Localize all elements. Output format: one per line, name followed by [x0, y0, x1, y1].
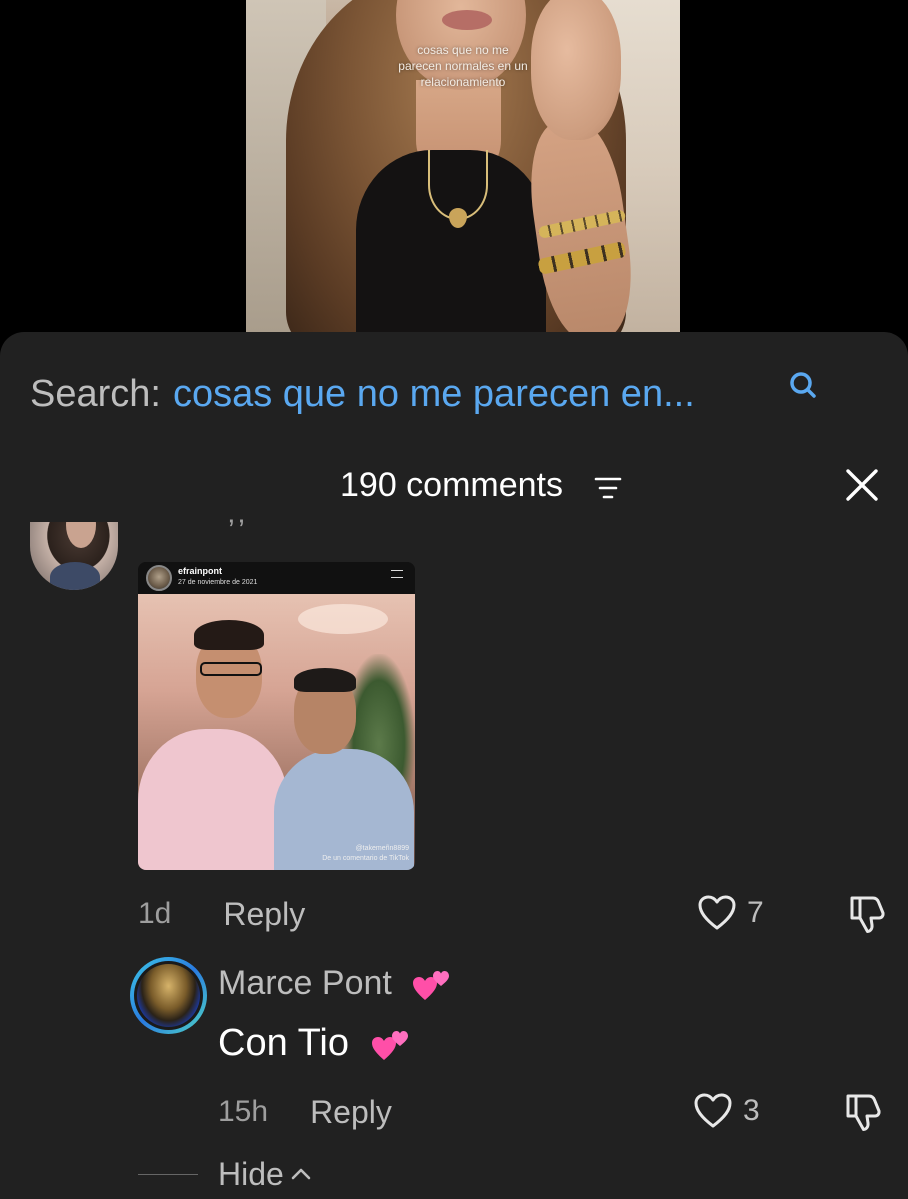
menu-icon — [391, 570, 403, 578]
close-icon[interactable] — [845, 468, 879, 502]
photo-person-left-hair — [194, 620, 264, 650]
dislike-icon[interactable] — [842, 1092, 882, 1132]
embedded-post-photo — [138, 594, 415, 870]
avatar-shirt — [50, 562, 100, 590]
embedded-post-header: efrainpont 27 de noviembre de 2021 — [138, 562, 415, 594]
video-area[interactable]: cosas que no me parecen normales en un r… — [0, 0, 908, 345]
embedded-post-date: 27 de noviembre de 2021 — [178, 579, 258, 586]
sort-icon[interactable] — [594, 476, 622, 500]
reply-comment-text-body: Con Tio — [218, 1022, 349, 1064]
reply-button[interactable]: Reply — [310, 1094, 392, 1131]
comments-sheet: Search: cosas que no me parecen en... 19… — [0, 332, 908, 1199]
two-hearts-icon — [371, 1030, 408, 1060]
avatar-image — [137, 964, 200, 1027]
comment-time: 1d — [138, 897, 172, 930]
like-button[interactable]: 3 — [693, 1092, 760, 1130]
embedded-post-avatar — [146, 565, 172, 591]
embedded-post-watermark: @takemeñn8899 De un comentario de TikTok — [322, 844, 409, 864]
comments-count: 190 comments — [340, 466, 563, 504]
avatar-face — [66, 522, 96, 548]
photo-person-left-body — [138, 729, 288, 870]
reply-username[interactable]: Marce Pont — [218, 964, 453, 1004]
search-query-link[interactable]: cosas que no me parecen en... — [173, 373, 695, 416]
comment-image-attachment[interactable]: efrainpont 27 de noviembre de 2021 @take… — [138, 562, 415, 870]
photo-lamp — [298, 604, 388, 634]
watermark-handle: @takemeñn8899 — [355, 845, 409, 852]
comment-text-fragment: ’’ — [228, 514, 249, 547]
search-suggestion[interactable]: Search: cosas que no me parecen en... — [30, 372, 848, 416]
video-caption: cosas que no me parecen normales en un r… — [398, 43, 528, 89]
reply-button[interactable]: Reply — [223, 896, 305, 933]
heart-icon — [698, 895, 736, 930]
chevron-up-icon — [291, 1168, 311, 1180]
like-button[interactable]: 7 — [697, 894, 764, 932]
reply-username-text: Marce Pont — [218, 964, 392, 1002]
hide-label: Hide — [218, 1155, 284, 1192]
hide-replies-button[interactable]: Hide — [138, 1152, 312, 1196]
embedded-post-username: efrainpont — [178, 566, 222, 576]
reply-comment-text: Con Tio — [218, 1022, 412, 1065]
comment-actions: 1d Reply — [138, 894, 305, 934]
reply-comment-actions: 15h Reply — [218, 1092, 392, 1132]
photo-person-right-hair — [294, 668, 356, 692]
search-label: Search: — [30, 372, 161, 415]
commenter-avatar[interactable] — [30, 522, 118, 590]
hide-divider — [138, 1173, 198, 1175]
avatar-ring-inner — [134, 961, 203, 1030]
heart-icon — [694, 1093, 732, 1128]
comments-header: 190 comments — [0, 462, 908, 508]
watermark-text: De un comentario de TikTok — [322, 855, 409, 862]
reply-comment-time: 15h — [218, 1095, 269, 1128]
video-person-lips — [442, 10, 492, 30]
two-hearts-icon — [413, 971, 450, 1001]
search-icon[interactable] — [788, 370, 818, 400]
reply-commenter-avatar[interactable] — [130, 957, 207, 1034]
like-count: 7 — [747, 896, 764, 929]
dislike-icon[interactable] — [846, 894, 886, 934]
like-count: 3 — [743, 1094, 760, 1127]
video-person-hand — [531, 0, 621, 140]
photo-person-left-glasses — [200, 662, 262, 676]
